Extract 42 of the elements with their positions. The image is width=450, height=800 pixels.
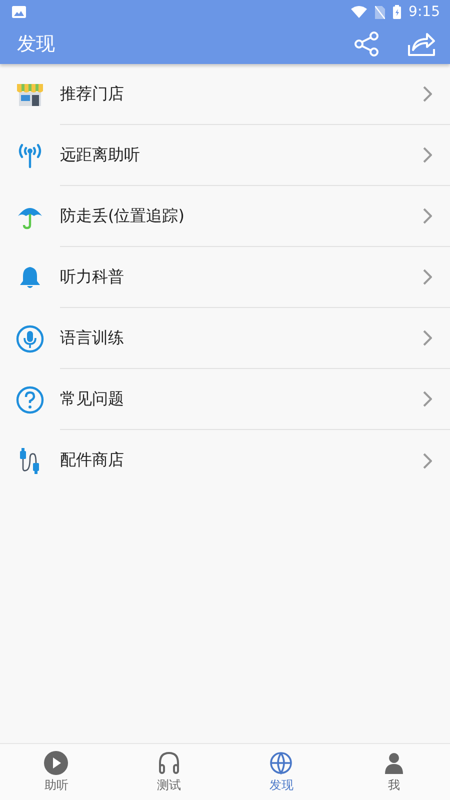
menu-item[interactable]: 常见问题 (0, 369, 450, 430)
antenna-icon (17, 142, 43, 168)
chevron-icon (423, 391, 432, 407)
item-label: 常见问题 (60, 388, 124, 410)
store-icon (17, 84, 43, 106)
forward-icon[interactable] (408, 31, 436, 57)
battery-icon (392, 5, 401, 19)
share-icon[interactable] (354, 31, 380, 57)
chevron-icon (423, 208, 432, 224)
menu-item[interactable]: 听力科普 (0, 247, 450, 308)
nav-tab[interactable]: 助听 (0, 744, 112, 800)
bell-icon (19, 266, 41, 290)
headphones-icon (156, 750, 181, 774)
cable-icon (19, 448, 41, 474)
microphone-icon (16, 324, 44, 352)
page-title: 发现 (17, 32, 56, 57)
image-icon (12, 6, 26, 18)
menu-item[interactable]: 远距离助听 (0, 125, 450, 186)
item-label: 推荐门店 (60, 84, 124, 104)
chevron-icon (423, 269, 432, 285)
chevron-icon (423, 86, 432, 102)
item-label: 配件商店 (60, 450, 124, 471)
menu-item[interactable]: 推荐门店 (0, 64, 450, 125)
item-label: 远距离助听 (60, 144, 140, 166)
item-label: 防走丢(位置追踪) (60, 206, 184, 226)
item-label: 听力科普 (60, 266, 124, 288)
nav-tab[interactable]: 测试 (112, 744, 225, 800)
nav-tab[interactable]: 我 (338, 744, 450, 800)
chevron-icon (423, 452, 432, 468)
chevron-icon (423, 147, 432, 163)
no-sim-icon (374, 6, 385, 18)
menu-item[interactable]: 配件商店 (0, 430, 450, 491)
wifi-icon (350, 6, 367, 18)
status-time: 9:15 (408, 4, 440, 20)
nav-tab[interactable]: 发现 (225, 744, 338, 800)
help-icon (16, 386, 44, 414)
play-icon (44, 750, 68, 774)
menu-item[interactable]: 防走丢(位置追踪) (0, 186, 450, 247)
item-label: 语言训练 (60, 328, 124, 348)
chevron-icon (423, 330, 432, 346)
menu-item[interactable]: 语言训练 (0, 308, 450, 369)
globe-icon (269, 750, 294, 774)
